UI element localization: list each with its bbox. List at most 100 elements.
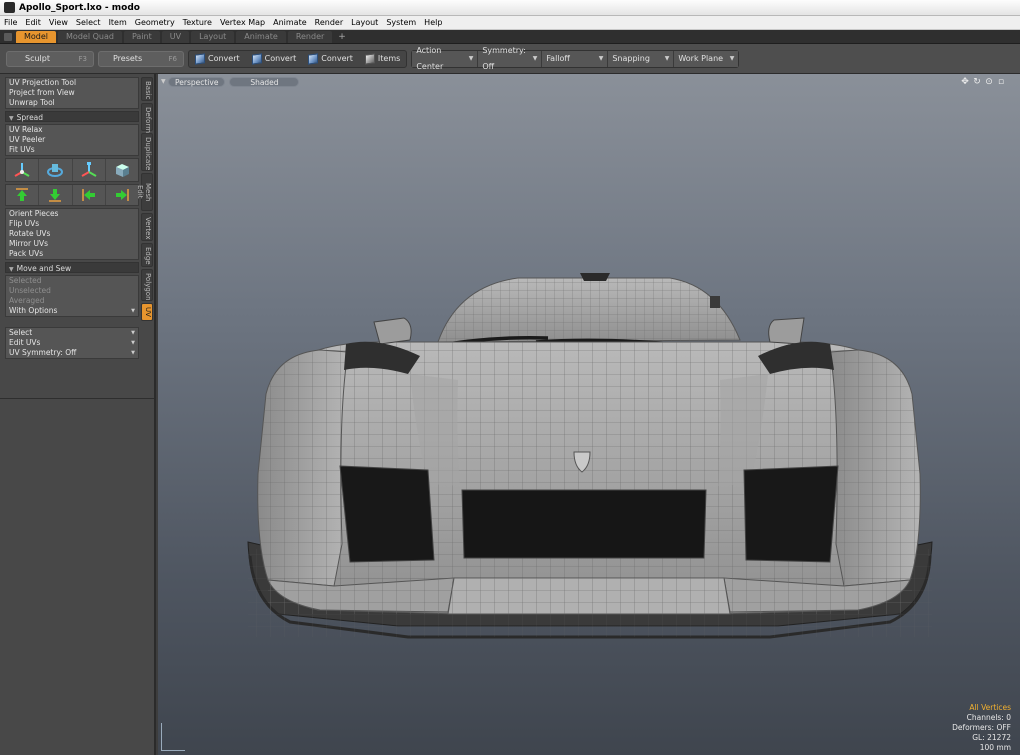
shading-mode-selector[interactable]: Shaded	[229, 77, 300, 87]
convert-edges-button[interactable]: Convert	[246, 51, 303, 67]
uv-relax-button[interactable]: UV Relax	[6, 125, 138, 135]
menu-texture[interactable]: Texture	[179, 18, 216, 27]
side-tab-polygon[interactable]: Polygon	[141, 269, 153, 301]
action-center-dropdown[interactable]: Action Center ▼	[412, 46, 479, 71]
item-cube-icon	[364, 52, 375, 65]
convert-group: Convert Convert Convert Items	[188, 49, 408, 68]
presets-button[interactable]: Presets F6	[98, 50, 184, 67]
scale-tool-icon[interactable]	[73, 159, 106, 181]
sew-selected-button[interactable]: Selected	[6, 276, 138, 286]
projection-tools: UV Projection Tool Project from View Unw…	[5, 77, 139, 109]
menu-render[interactable]: Render	[311, 18, 347, 27]
tool-category-tabs: Basic Deform Duplicate Mesh Edit Vertex …	[136, 77, 154, 323]
menu-view[interactable]: View	[45, 18, 72, 27]
side-tab-vertex[interactable]: Vertex	[141, 213, 153, 241]
align-top-icon[interactable]	[6, 185, 40, 205]
uv-symmetry-label: UV Symmetry: Off	[9, 348, 77, 357]
menu-layout[interactable]: Layout	[347, 18, 382, 27]
symmetry-dropdown[interactable]: Symmetry: Off ▼	[478, 46, 543, 71]
maximize-viewport-icon[interactable]: ▫	[996, 77, 1006, 87]
menu-edit[interactable]: Edit	[21, 18, 45, 27]
transform-cube-icon[interactable]	[106, 159, 138, 181]
add-tab-button[interactable]: +	[334, 32, 350, 42]
with-options-dropdown[interactable]: With Options ▼	[6, 306, 138, 316]
tab-paint[interactable]: Paint	[123, 30, 160, 43]
menu-system[interactable]: System	[382, 18, 420, 27]
tab-layout[interactable]: Layout	[191, 30, 235, 43]
sculpt-button[interactable]: Sculpt F3	[6, 50, 94, 67]
uv-tools: UV Projection Tool Project from View Unw…	[5, 77, 139, 361]
falloff-dropdown[interactable]: Falloff ▼	[542, 50, 609, 67]
falloff-label: Falloff	[546, 53, 570, 63]
move-and-sew-section-header[interactable]: ▼ Move and Sew	[5, 262, 139, 273]
grip-icon[interactable]	[4, 32, 12, 41]
modo-app-icon	[4, 2, 15, 13]
3d-viewport[interactable]: ▼ Perspective Shaded ✥ ↻ ⊙ ▫ All Vertice…	[158, 74, 1020, 755]
selection-mode-readout: All Vertices	[969, 703, 1011, 712]
project-from-view-button[interactable]: Project from View	[6, 88, 138, 98]
select-dropdown[interactable]: Select ▼	[6, 328, 138, 338]
edit-uvs-dropdown[interactable]: Edit UVs ▼	[6, 338, 138, 348]
tab-model-quad[interactable]: Model Quad	[58, 30, 122, 43]
collapse-triangle-icon: ▼	[9, 266, 14, 273]
polygon-cube-icon	[308, 52, 319, 65]
side-tab-basic[interactable]: Basic	[141, 77, 153, 101]
menu-vertex-map[interactable]: Vertex Map	[216, 18, 269, 27]
uv-projection-tool-button[interactable]: UV Projection Tool	[6, 78, 138, 88]
view-mode-selector[interactable]: Perspective	[168, 77, 226, 87]
symmetry-label: Symmetry: Off	[482, 45, 526, 71]
align-right-icon[interactable]	[106, 185, 138, 205]
channels-readout: Channels: 0	[966, 713, 1011, 722]
menu-bar: File Edit View Select Item Geometry Text…	[0, 16, 1020, 30]
side-tab-mesh-edit[interactable]: Mesh Edit	[136, 173, 153, 211]
menu-geometry[interactable]: Geometry	[131, 18, 179, 27]
rotate-tool-icon[interactable]	[39, 159, 73, 181]
side-tab-edge[interactable]: Edge	[141, 243, 153, 267]
sew-unselected-button[interactable]: Unselected	[6, 286, 138, 296]
rotate-uvs-button[interactable]: Rotate UVs	[6, 229, 138, 239]
align-bottom-icon[interactable]	[39, 185, 73, 205]
side-tab-duplicate[interactable]: Duplicate	[141, 133, 153, 171]
pan-icon[interactable]: ✥	[960, 77, 970, 87]
menu-file[interactable]: File	[0, 18, 21, 27]
axis-gizmo-icon	[161, 723, 185, 751]
mirror-uvs-button[interactable]: Mirror UVs	[6, 239, 138, 249]
pack-uvs-button[interactable]: Pack UVs	[6, 249, 138, 259]
unwrap-tool-button[interactable]: Unwrap Tool	[6, 98, 138, 108]
sew-tools: Selected Unselected Averaged With Option…	[5, 275, 139, 317]
tab-render[interactable]: Render	[287, 30, 333, 43]
move-tool-icon[interactable]	[6, 159, 40, 181]
viewport-nav-icons: ✥ ↻ ⊙ ▫	[958, 77, 1006, 87]
snapping-dropdown[interactable]: Snapping ▼	[608, 50, 675, 67]
zoom-icon[interactable]: ⊙	[984, 77, 994, 87]
viewport-menu-triangle-icon[interactable]: ▼	[161, 78, 166, 85]
menu-animate[interactable]: Animate	[269, 18, 311, 27]
vertex-cube-icon	[195, 52, 205, 65]
align-left-icon[interactable]	[73, 185, 106, 205]
tab-uv[interactable]: UV	[161, 30, 190, 43]
items-button[interactable]: Items	[359, 51, 406, 67]
menu-help[interactable]: Help	[420, 18, 446, 27]
menu-item[interactable]: Item	[105, 18, 131, 27]
rotate-view-icon[interactable]: ↻	[972, 77, 982, 87]
menu-select[interactable]: Select	[72, 18, 105, 27]
tab-model[interactable]: Model	[16, 30, 57, 43]
select-label: Select	[9, 328, 33, 337]
convert-vertices-button[interactable]: Convert	[189, 51, 246, 67]
chevron-down-icon: ▼	[532, 54, 538, 62]
convert-polygons-button[interactable]: Convert	[302, 51, 359, 67]
move-and-sew-label: Move and Sew	[16, 264, 72, 273]
work-plane-dropdown[interactable]: Work Plane ▼	[674, 50, 739, 67]
flip-uvs-button[interactable]: Flip UVs	[6, 219, 138, 229]
orient-pieces-button[interactable]: Orient Pieces	[6, 209, 138, 219]
uv-peeler-button[interactable]: UV Peeler	[6, 135, 138, 145]
fit-uvs-button[interactable]: Fit UVs	[6, 145, 138, 155]
tab-animate[interactable]: Animate	[236, 30, 286, 43]
sew-averaged-button[interactable]: Averaged	[6, 296, 138, 306]
side-tab-uv[interactable]: UV	[141, 303, 153, 321]
uv-symmetry-dropdown[interactable]: UV Symmetry: Off ▼	[6, 348, 138, 358]
side-tab-deform[interactable]: Deform	[141, 103, 153, 133]
with-options-label: With Options	[9, 306, 58, 315]
spread-section-header[interactable]: ▼ Spread	[5, 111, 139, 122]
car-model-render[interactable]	[158, 74, 1020, 755]
